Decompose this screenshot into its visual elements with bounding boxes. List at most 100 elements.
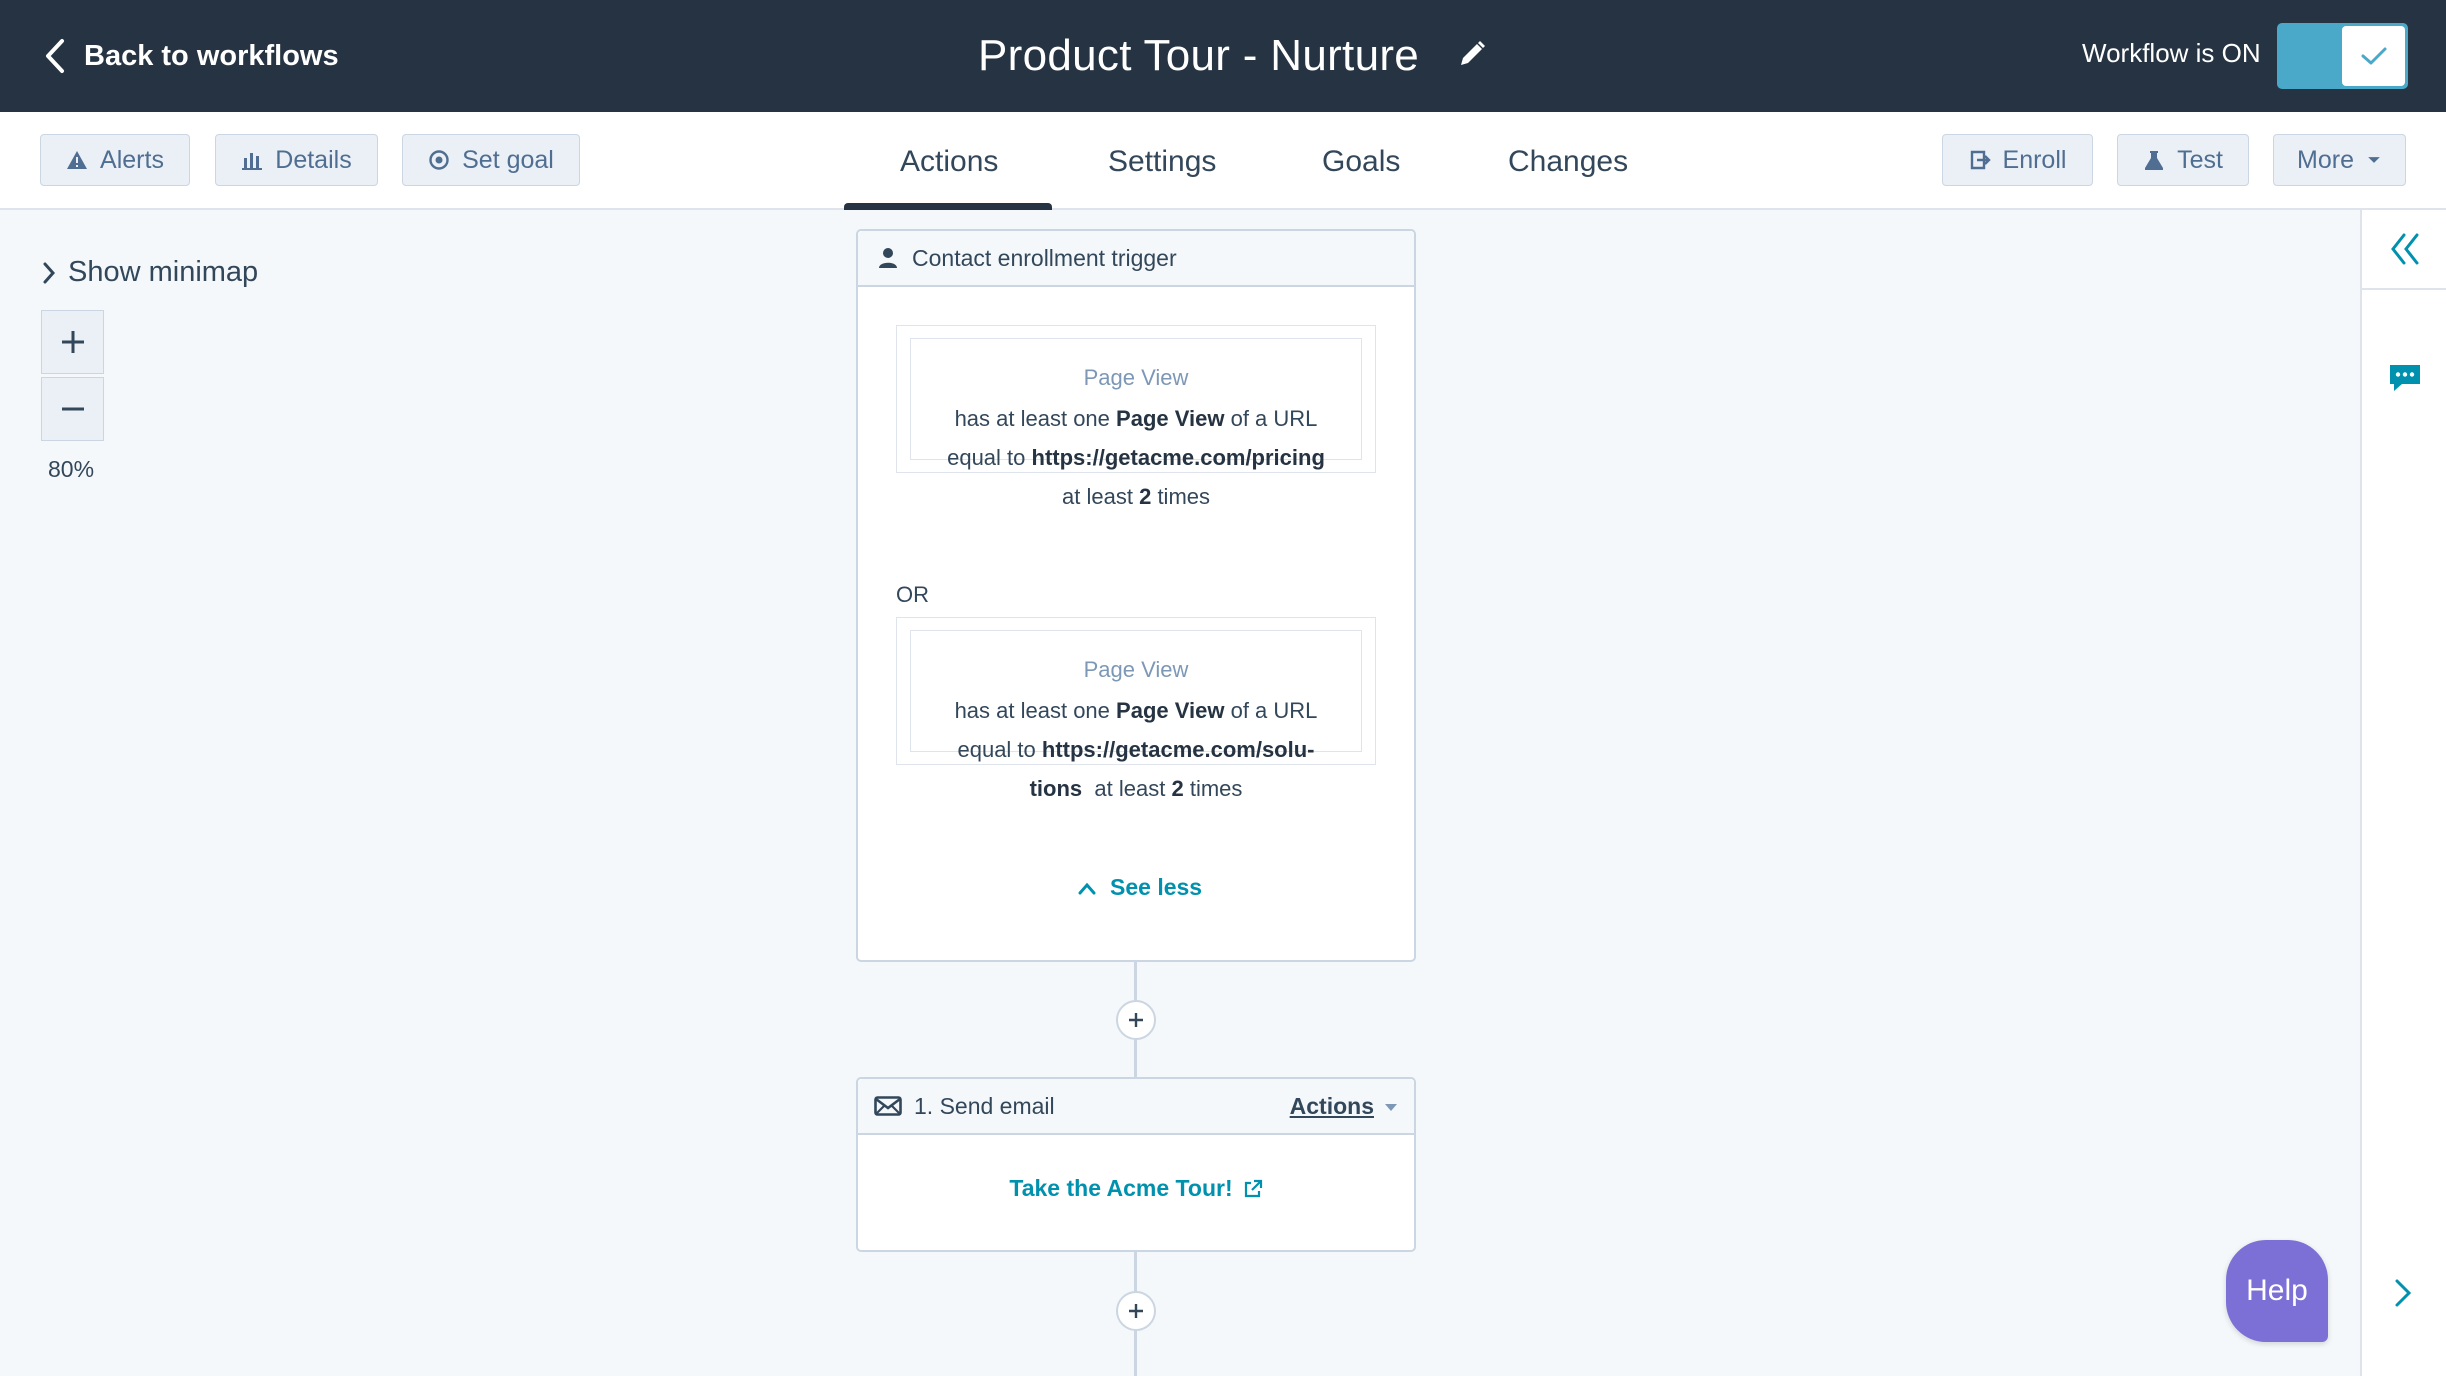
plus-icon	[1129, 1304, 1143, 1318]
toggle-knob	[2342, 26, 2405, 86]
send-email-header: 1. Send email Actions	[858, 1079, 1414, 1135]
target-icon	[429, 150, 449, 170]
filter-1-equal-to: equal to	[947, 445, 1026, 470]
filter-1-line-1: has at least one Page View of a URL	[911, 399, 1361, 438]
chevron-right-icon	[2395, 1279, 2412, 1307]
back-to-workflows-link[interactable]: Back to workflows	[44, 32, 339, 80]
flask-icon	[2145, 151, 2164, 170]
workflow-canvas[interactable]: Show minimap 80% Contact enrollment trig…	[0, 210, 2360, 1376]
double-chevron-left-icon	[2391, 233, 2419, 265]
edit-title-pencil-icon[interactable]	[1457, 39, 1487, 74]
filter-2-at-least: at least	[1094, 776, 1166, 801]
tab-goals[interactable]: Goals	[1322, 140, 1400, 184]
filter-2-times: times	[1189, 776, 1243, 801]
filter-1-mid: of a URL	[1230, 406, 1318, 431]
see-less-button[interactable]: See less	[1078, 874, 1202, 901]
expand-panel-button[interactable]	[2362, 210, 2446, 290]
filter-2-prefix: has at least one	[954, 698, 1110, 723]
back-label: Back to workflows	[84, 39, 339, 72]
trigger-card-header: Contact enrollment trigger	[858, 231, 1414, 287]
action-menu-label: Actions	[1289, 1093, 1374, 1119]
filter-2-url-part-1: https://getacme.com/solu-	[1041, 737, 1315, 762]
workflow-on-toggle[interactable]	[2277, 23, 2408, 89]
filter-1-body: Page View has at least one Page View of …	[910, 338, 1362, 509]
filter-2-count: 2	[1171, 776, 1184, 801]
chevron-left-icon	[46, 39, 64, 73]
filter-1-url: https://getacme.com/pricing	[1031, 445, 1325, 470]
filter-2-line-1: has at least one Page View of a URL	[911, 691, 1361, 730]
zoom-level: 80%	[48, 456, 95, 482]
external-link-icon	[1244, 1179, 1262, 1197]
filter-2-object: Page View	[1116, 698, 1225, 723]
comments-button[interactable]	[2388, 362, 2422, 399]
send-email-action-card[interactable]: 1. Send email Actions Take the Acme Tour…	[856, 1077, 1416, 1252]
action-menu-dropdown[interactable]: Actions	[1290, 1093, 1398, 1120]
caret-down-icon	[1385, 1103, 1397, 1111]
filter-1-at-least: at least	[1062, 484, 1133, 509]
workflow-status-text: Workflow is ON	[2082, 38, 2261, 68]
filter-1-line-2: equal to https://getacme.com/pricing	[911, 438, 1361, 477]
tab-actions[interactable]: Actions	[900, 140, 998, 184]
show-minimap-label: Show minimap	[68, 256, 259, 288]
filter-2-url-part-2: tions	[1029, 776, 1083, 801]
trigger-filter-1[interactable]: Page View has at least one Page View of …	[896, 325, 1376, 509]
next-panel-button[interactable]	[2394, 1278, 2412, 1313]
filter-1-prefix: has at least one	[954, 406, 1110, 431]
zoom-in-button[interactable]	[41, 310, 104, 374]
enroll-button[interactable]: Enroll	[1942, 134, 2093, 186]
workflow-title-wrap: Product Tour - Nurture	[978, 26, 1487, 86]
test-button[interactable]: Test	[2117, 134, 2249, 186]
help-chat-button[interactable]: Help	[2226, 1240, 2328, 1342]
plus-icon	[61, 331, 84, 353]
add-action-button-2[interactable]	[1116, 1291, 1156, 1331]
contact-person-icon	[879, 248, 897, 268]
email-preview-link[interactable]: Take the Acme Tour!	[858, 1175, 1414, 1202]
set-goal-button[interactable]: Set goal	[402, 134, 580, 186]
filter-1-count: 2	[1139, 484, 1152, 509]
filter-2-mid: of a URL	[1230, 698, 1318, 723]
test-label: Test	[2177, 145, 2223, 174]
or-separator: OR	[896, 582, 929, 607]
chevron-up-icon	[1078, 882, 1096, 894]
filter-1-line-3: at least 2 times	[911, 477, 1361, 516]
alerts-button[interactable]: Alerts	[40, 134, 190, 186]
enroll-label: Enroll	[2002, 145, 2067, 174]
warning-icon	[67, 151, 88, 169]
zoom-out-button[interactable]	[41, 377, 104, 441]
top-bar: Back to workflows Product Tour - Nurture…	[0, 0, 2446, 112]
add-action-button-1[interactable]	[1116, 1000, 1156, 1040]
envelope-icon	[874, 1096, 902, 1116]
checkmark-icon	[2361, 47, 2386, 65]
workflow-title: Product Tour - Nurture	[978, 31, 1420, 80]
email-name: Take the Acme Tour!	[1009, 1175, 1233, 1201]
filter-2-line-2: equal to https://getacme.com/solu-	[911, 730, 1361, 769]
filter-2-equal-to: equal to	[957, 737, 1036, 762]
show-minimap-toggle[interactable]: Show minimap	[42, 256, 258, 289]
chevron-right-icon	[43, 262, 56, 283]
trigger-card-title: Contact enrollment trigger	[912, 244, 1177, 271]
filter-2-line-3: tions at least 2 times	[911, 769, 1361, 808]
see-less-label: See less	[1110, 874, 1203, 900]
more-dropdown-button[interactable]: More	[2273, 134, 2406, 186]
alerts-label: Alerts	[100, 145, 164, 174]
right-rail	[2360, 210, 2446, 1376]
enroll-icon	[1970, 150, 1991, 170]
details-button[interactable]: Details	[215, 134, 378, 186]
filter-2-type: Page View	[1083, 657, 1189, 682]
bar-chart-icon	[242, 153, 263, 170]
minus-icon	[61, 407, 84, 411]
filter-1-times: times	[1157, 484, 1210, 509]
caret-down-icon	[2368, 157, 2380, 163]
filter-1-type: Page View	[1083, 365, 1189, 390]
tab-changes[interactable]: Changes	[1508, 140, 1628, 184]
plus-icon	[1129, 1013, 1143, 1027]
more-label: More	[2297, 145, 2354, 174]
send-email-title: 1. Send email	[914, 1092, 1055, 1119]
filter-2-body: Page View has at least one Page View of …	[910, 630, 1362, 801]
tab-bar: Alerts Details Set goal Actions Settings…	[0, 112, 2446, 212]
trigger-filter-2[interactable]: Page View has at least one Page View of …	[896, 617, 1376, 801]
details-label: Details	[275, 145, 352, 174]
filter-1-object: Page View	[1116, 406, 1225, 431]
chat-bubble-icon	[2390, 365, 2420, 391]
tab-settings[interactable]: Settings	[1108, 140, 1216, 184]
